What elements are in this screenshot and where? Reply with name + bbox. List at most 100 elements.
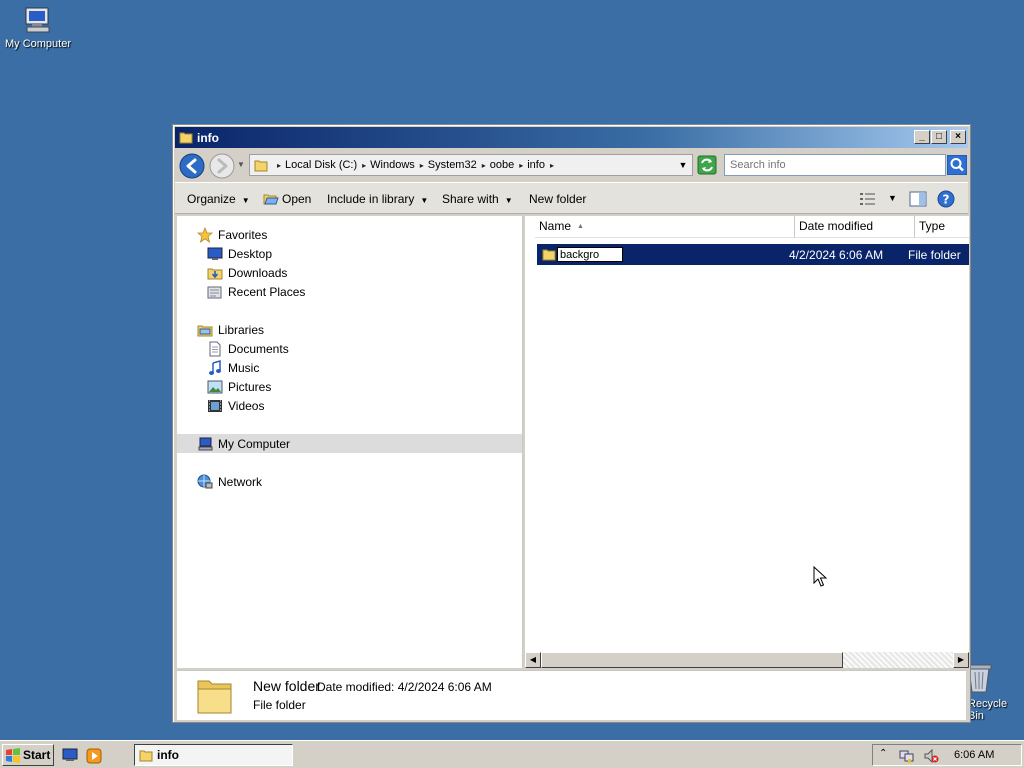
search-input[interactable] bbox=[725, 155, 921, 175]
column-header-name[interactable]: Name ▲ bbox=[535, 216, 795, 238]
breadcrumb-arrow[interactable]: ▸ bbox=[550, 161, 554, 170]
breadcrumb-arrow[interactable]: ▸ bbox=[420, 161, 424, 170]
column-header-type[interactable]: Type bbox=[915, 216, 969, 238]
scrollbar-thumb[interactable] bbox=[541, 652, 843, 668]
include-in-library-button[interactable]: Include in library ▼ bbox=[327, 192, 428, 206]
new-folder-button[interactable]: New folder bbox=[529, 192, 586, 206]
desktop-icon-label: My Computer bbox=[4, 38, 72, 50]
forward-arrow-icon[interactable] bbox=[209, 153, 235, 179]
help-icon[interactable]: ? bbox=[937, 190, 955, 208]
preview-pane-icon[interactable] bbox=[909, 191, 927, 207]
start-button[interactable]: Start bbox=[2, 744, 54, 766]
nav-videos[interactable]: Videos bbox=[207, 396, 264, 415]
desktop-icon-my-computer[interactable]: My Computer bbox=[2, 6, 74, 50]
view-options-icon[interactable] bbox=[859, 191, 877, 207]
nav-label: Desktop bbox=[228, 246, 273, 261]
downloads-icon bbox=[207, 268, 223, 279]
minimize-button[interactable]: _ bbox=[914, 130, 930, 144]
chevron-down-icon: ▼ bbox=[504, 196, 513, 205]
nav-documents[interactable]: Documents bbox=[207, 339, 289, 358]
breadcrumb-item[interactable]: Windows bbox=[370, 159, 415, 171]
nav-my-computer[interactable]: My Computer bbox=[177, 434, 522, 453]
table-row[interactable]: 4/2/2024 6:06 AM File folder bbox=[537, 244, 969, 265]
videos-icon bbox=[208, 399, 222, 412]
breadcrumb-item[interactable]: Local Disk (C:) bbox=[285, 159, 357, 171]
scroll-left-button[interactable]: ◀ bbox=[525, 652, 541, 668]
navigation-pane: Favorites Desktop Downloads Recent Place… bbox=[177, 216, 523, 668]
network-icon bbox=[197, 474, 213, 488]
breadcrumb-arrow[interactable]: ▸ bbox=[362, 161, 366, 170]
nav-downloads[interactable]: Downloads bbox=[207, 263, 287, 282]
breadcrumb[interactable]: ▸ Local Disk (C:) ▸ Windows ▸ System32 ▸… bbox=[249, 154, 693, 176]
breadcrumb-arrow[interactable]: ▸ bbox=[482, 161, 486, 170]
breadcrumb-item[interactable]: System32 bbox=[428, 159, 477, 171]
title-bar[interactable]: info _ □ × bbox=[175, 127, 968, 148]
sort-ascending-icon: ▲ bbox=[577, 223, 584, 230]
nav-label: Music bbox=[228, 360, 260, 375]
taskbar-button-info[interactable]: info bbox=[134, 744, 293, 766]
nav-label: Videos bbox=[228, 398, 265, 413]
volume-muted-icon[interactable] bbox=[923, 748, 939, 764]
libraries-icon bbox=[197, 325, 213, 336]
folder-icon bbox=[542, 249, 556, 261]
clock[interactable]: 6:06 AM bbox=[954, 749, 994, 761]
organize-button[interactable]: Organize ▼ bbox=[187, 192, 250, 206]
show-desktop-icon[interactable] bbox=[62, 748, 78, 762]
nav-network[interactable]: Network bbox=[197, 472, 262, 491]
search-box[interactable] bbox=[724, 154, 946, 176]
chevron-down-icon: ▼ bbox=[241, 196, 250, 205]
nav-label: Recent Places bbox=[228, 284, 306, 299]
address-dropdown[interactable]: ▼ bbox=[674, 155, 692, 175]
row-date-modified: 4/2/2024 6:06 AM bbox=[789, 248, 884, 262]
show-hidden-icons-icon[interactable]: ⌃ bbox=[879, 748, 887, 759]
network-status-icon[interactable] bbox=[899, 748, 915, 764]
media-player-icon[interactable] bbox=[86, 748, 102, 764]
organize-label: Organize bbox=[187, 192, 236, 206]
maximize-button[interactable]: □ bbox=[931, 130, 947, 144]
breadcrumb-arrow[interactable]: ▸ bbox=[519, 161, 523, 170]
breadcrumb-item[interactable]: info bbox=[527, 159, 545, 171]
folder-icon bbox=[197, 680, 232, 714]
details-name: New folder bbox=[253, 678, 320, 694]
horizontal-scrollbar[interactable]: ◀ ▶ bbox=[525, 652, 969, 668]
system-tray: ⌃ 6:06 AM bbox=[872, 744, 1022, 766]
address-bar: ▼ ▸ Local Disk (C:) ▸ Windows ▸ System32… bbox=[175, 150, 968, 180]
mouse-cursor-icon bbox=[813, 566, 827, 587]
music-icon bbox=[209, 359, 221, 375]
chevron-down-icon: ▼ bbox=[420, 196, 429, 205]
computer-icon bbox=[198, 437, 213, 450]
computer-icon bbox=[25, 7, 50, 33]
column-header-label: Name bbox=[539, 219, 572, 233]
nav-libraries[interactable]: Libraries bbox=[197, 320, 264, 339]
recent-places-icon bbox=[207, 286, 222, 298]
open-button[interactable]: Open bbox=[263, 192, 311, 206]
column-header-date[interactable]: Date modified bbox=[795, 216, 915, 238]
folder-icon bbox=[254, 160, 268, 172]
svg-text:?: ? bbox=[943, 193, 950, 207]
folder-icon bbox=[179, 132, 193, 144]
file-list: Name ▲ Date modified Type 4/2/2024 6:06 A… bbox=[525, 216, 969, 668]
nav-pictures[interactable]: Pictures bbox=[207, 377, 271, 396]
desktop-icon-label: Recycle Bin bbox=[968, 698, 1008, 722]
nav-music[interactable]: Music bbox=[207, 358, 259, 377]
recent-pages-dropdown[interactable]: ▼ bbox=[237, 160, 245, 169]
view-dropdown[interactable]: ▼ bbox=[888, 193, 897, 203]
breadcrumb-arrow[interactable]: ▸ bbox=[277, 161, 281, 170]
details-pane: New folder Date modified: 4/2/2024 6:06 … bbox=[177, 670, 966, 720]
nav-recent-places[interactable]: Recent Places bbox=[207, 282, 305, 301]
scroll-right-button[interactable]: ▶ bbox=[953, 652, 969, 668]
details-type: File folder bbox=[253, 698, 306, 712]
documents-icon bbox=[209, 341, 221, 356]
row-type: File folder bbox=[908, 248, 961, 262]
breadcrumb-item[interactable]: oobe bbox=[490, 159, 514, 171]
back-arrow-icon[interactable] bbox=[179, 153, 205, 179]
search-icon[interactable] bbox=[947, 155, 967, 175]
refresh-icon[interactable] bbox=[697, 155, 717, 175]
desktop-icon bbox=[207, 247, 223, 260]
rename-input[interactable] bbox=[557, 247, 623, 262]
close-button[interactable]: × bbox=[950, 130, 966, 144]
share-with-button[interactable]: Share with ▼ bbox=[442, 192, 513, 206]
open-label: Open bbox=[282, 192, 312, 206]
nav-favorites[interactable]: Favorites bbox=[197, 225, 267, 244]
nav-desktop[interactable]: Desktop bbox=[207, 244, 272, 263]
